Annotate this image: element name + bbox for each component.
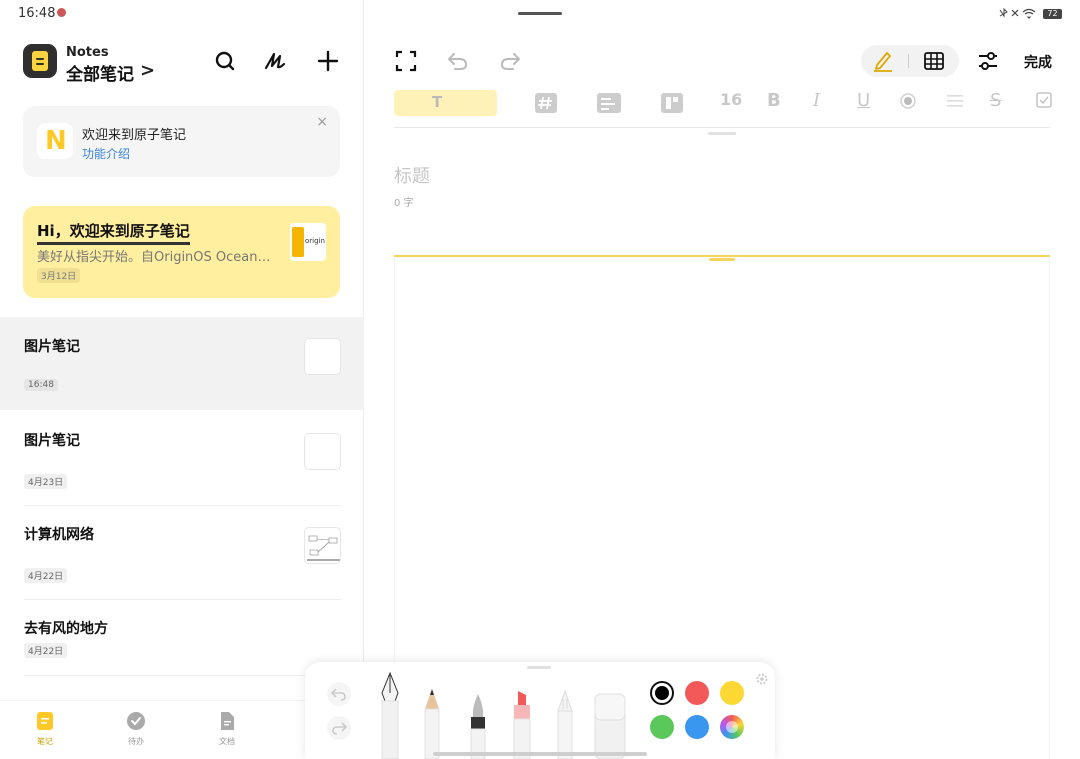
note-list-item[interactable]: 图片笔记 16:48 — [0, 317, 364, 410]
italic-button[interactable]: I — [813, 90, 820, 116]
note-title: 图片笔记 — [24, 433, 80, 449]
chevron-right-icon[interactable]: > — [140, 60, 155, 81]
redo-icon — [332, 722, 348, 735]
featured-note-date: 3月12日 — [37, 268, 81, 283]
divider — [394, 127, 1050, 128]
pencil-icon[interactable] — [422, 687, 442, 759]
todo-check-icon — [127, 712, 145, 730]
undo-icon — [330, 688, 346, 701]
search-icon[interactable] — [212, 48, 238, 74]
featured-note-preview: 美好从指尖开始。自OriginOS Ocean… — [37, 250, 271, 265]
notes-list-panel: 16:48 Notes 全部笔记 > N 欢迎来到原子笔记 功能介绍 × Hi，… — [0, 0, 364, 759]
note-title: 去有风的地方 — [24, 621, 108, 637]
status-time: 16:48 — [18, 6, 56, 21]
note-list-item[interactable]: 图片笔记 4月23日 — [0, 412, 364, 505]
handwriting-icon[interactable] — [262, 48, 288, 74]
redo-icon[interactable] — [497, 48, 523, 74]
fullscreen-icon[interactable] — [393, 48, 419, 74]
status-icons — [998, 7, 1038, 22]
color-swatch-yellow[interactable] — [720, 681, 744, 705]
undo-icon[interactable] — [445, 48, 471, 74]
fountain-pen-icon[interactable] — [377, 671, 403, 759]
welcome-banner[interactable]: N 欢迎来到原子笔记 功能介绍 × — [23, 106, 340, 177]
battery-icon: 72 — [1043, 9, 1062, 19]
feature-intro-link[interactable]: 功能介绍 — [82, 145, 130, 162]
pen-palette — [305, 662, 775, 759]
app-name: Notes — [66, 45, 109, 60]
canvas-boundary — [394, 255, 1050, 257]
window-handle[interactable] — [518, 12, 562, 15]
note-date: 4月23日 — [24, 474, 68, 489]
nav-todo[interactable]: 待办 — [116, 701, 156, 759]
note-title-input[interactable]: 标题 — [394, 162, 430, 188]
nav-notes[interactable]: 笔记 — [25, 701, 65, 759]
note-list-item[interactable]: 计算机网络 4月22日 — [0, 506, 364, 599]
layout-icon[interactable] — [659, 90, 685, 116]
heading-icon[interactable] — [533, 90, 559, 116]
note-thumbnail — [304, 433, 341, 470]
text-color-icon[interactable] — [899, 90, 917, 116]
eraser-icon[interactable] — [593, 692, 627, 759]
gear-icon[interactable] — [755, 672, 769, 686]
note-thumbnail — [304, 338, 341, 375]
align-icon[interactable] — [945, 90, 965, 116]
divider — [24, 675, 341, 676]
drag-handle[interactable] — [708, 132, 736, 135]
strikethrough-button[interactable]: S — [990, 90, 1001, 116]
checkbox-icon[interactable] — [1035, 90, 1053, 116]
document-icon — [221, 712, 234, 730]
featured-note-title: Hi，欢迎来到原子笔记 — [37, 220, 190, 245]
featured-note-thumbnail: origin — [290, 223, 326, 261]
format-toolbar: T 16 B I U S — [394, 88, 1060, 118]
featured-note-card[interactable]: Hi，欢迎来到原子笔记 美好从指尖开始。自OriginOS Ocean… 3月1… — [23, 206, 340, 298]
note-date: 4月22日 — [24, 643, 68, 658]
underline-button[interactable]: U — [857, 90, 870, 116]
notification-icon — [57, 8, 66, 17]
color-swatch-black[interactable] — [650, 681, 674, 705]
palette-drag-handle[interactable] — [527, 666, 551, 669]
app-logo — [23, 44, 57, 78]
add-note-icon[interactable] — [315, 48, 341, 74]
welcome-title: 欢迎来到原子笔记 — [82, 128, 187, 143]
color-picker-icon[interactable] — [720, 715, 744, 739]
note-list-item[interactable]: 去有风的地方 4月22日 — [0, 600, 364, 675]
note-title: 图片笔记 — [24, 339, 80, 355]
notes-icon — [37, 712, 53, 730]
done-button[interactable]: 完成 — [1024, 52, 1052, 72]
table-icon[interactable] — [923, 50, 945, 72]
app-root: 16:48 Notes 全部笔记 > N 欢迎来到原子笔记 功能介绍 × Hi，… — [0, 0, 1080, 759]
text-style-button[interactable]: T — [394, 90, 497, 116]
color-swatch-red[interactable] — [685, 681, 709, 705]
note-title: 计算机网络 — [24, 527, 94, 543]
brush-pen-icon[interactable] — [467, 693, 489, 759]
divider — [908, 54, 909, 68]
handwriting-pen-icon[interactable] — [871, 49, 895, 73]
note-thumbnail — [304, 527, 341, 564]
ballpoint-pen-icon[interactable] — [555, 689, 575, 759]
bulleted-list-icon[interactable] — [595, 90, 623, 116]
close-icon[interactable]: × — [316, 114, 328, 130]
word-count: 0 字 — [394, 198, 414, 209]
palette-redo-button[interactable] — [327, 716, 351, 740]
font-size-button[interactable]: 16 — [720, 90, 742, 109]
app-logo-icon: N — [37, 123, 73, 159]
color-swatch-blue[interactable] — [685, 715, 709, 739]
note-date: 16:48 — [24, 379, 58, 391]
highlighter-icon[interactable] — [510, 689, 534, 759]
color-swatch-green[interactable] — [650, 715, 674, 739]
nav-document[interactable]: 文档 — [207, 701, 247, 759]
input-mode-toggle — [861, 45, 959, 77]
note-date: 4月22日 — [24, 568, 68, 583]
settings-sliders-icon[interactable] — [975, 48, 1001, 74]
bold-button[interactable]: B — [767, 90, 781, 116]
folder-title[interactable]: 全部笔记 — [66, 60, 134, 85]
home-indicator[interactable] — [433, 752, 647, 756]
palette-undo-button[interactable] — [327, 682, 351, 706]
